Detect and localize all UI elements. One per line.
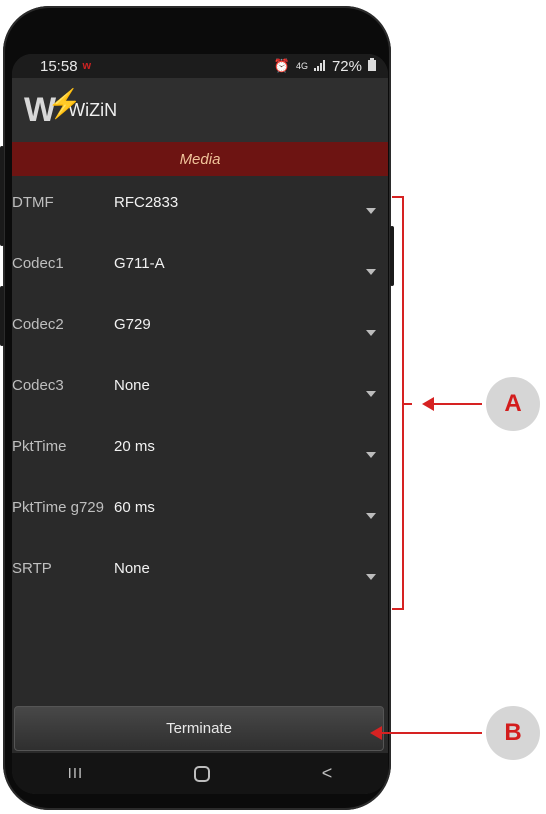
annotation-arrow-a-line — [430, 403, 482, 405]
terminate-button[interactable]: Terminate — [14, 706, 384, 751]
setting-value: G729 — [114, 316, 151, 333]
phone-frame: 15:58 w ⏰ 4G 72% W ⚡ WiZiN Media DTMF RF… — [0, 6, 394, 810]
setting-value: 60 ms — [114, 499, 155, 516]
battery-percent: 72% — [331, 57, 362, 75]
media-section-header: Media — [12, 142, 388, 176]
annotation-callout-b: B — [486, 706, 540, 760]
setting-row-pkttime[interactable]: PktTime 20 ms — [12, 420, 388, 481]
setting-value: RFC2833 — [114, 194, 179, 211]
dropdown-arrow-icon[interactable] — [366, 269, 376, 275]
dropdown-arrow-icon[interactable] — [366, 513, 376, 519]
wizin-logo-icon: W ⚡ — [24, 87, 82, 129]
home-icon[interactable] — [194, 765, 211, 782]
setting-value: 20 ms — [114, 438, 155, 455]
setting-label: Codec3 — [12, 377, 64, 394]
setting-label: PktTime g729 — [12, 499, 104, 516]
setting-label: DTMF — [12, 194, 54, 211]
setting-row-pkttime-g729[interactable]: PktTime g729 60 ms — [12, 481, 388, 542]
recents-icon[interactable]: III — [68, 765, 84, 782]
setting-value: None — [114, 560, 150, 577]
setting-label: Codec1 — [12, 255, 64, 272]
app-bar: W ⚡ WiZiN — [12, 78, 388, 142]
setting-label: Codec2 — [12, 316, 64, 333]
dropdown-arrow-icon[interactable] — [366, 208, 376, 214]
dropdown-arrow-icon[interactable] — [366, 574, 376, 580]
android-nav-bar: III < — [12, 753, 388, 794]
setting-row-codec2[interactable]: Codec2 G729 — [12, 298, 388, 359]
annotation-arrow-b-line — [378, 732, 482, 734]
status-bar: 15:58 w ⏰ 4G 72% — [12, 54, 388, 78]
dropdown-arrow-icon[interactable] — [366, 452, 376, 458]
alarm-icon: ⏰ — [273, 58, 290, 73]
dropdown-arrow-icon[interactable] — [366, 330, 376, 336]
setting-row-srtp[interactable]: SRTP None — [12, 542, 388, 603]
annotation-arrow-b-head-icon — [370, 726, 382, 740]
wizin-mini-icon: w — [82, 60, 92, 72]
volume-button — [0, 146, 4, 246]
setting-label: SRTP — [12, 560, 52, 577]
annotation-callout-a: A — [486, 377, 540, 431]
setting-row-dtmf[interactable]: DTMF RFC2833 — [12, 176, 388, 237]
setting-value: G711-A — [114, 255, 165, 272]
dropdown-arrow-icon[interactable] — [366, 391, 376, 397]
phone-screen: 15:58 w ⏰ 4G 72% W ⚡ WiZiN Media DTMF RF… — [12, 54, 388, 794]
annotation-bracket-a — [392, 196, 404, 610]
network-type: 4G — [295, 61, 308, 71]
annotation-arrow-a-head-icon — [422, 397, 434, 411]
bixby-button — [0, 286, 4, 346]
setting-value: None — [114, 377, 150, 394]
status-time: 15:58 — [40, 57, 78, 75]
battery-icon — [368, 58, 376, 74]
signal-icon — [313, 59, 326, 74]
setting-row-codec1[interactable]: Codec1 G711-A — [12, 237, 388, 298]
back-icon[interactable]: < — [322, 763, 333, 784]
setting-row-codec3[interactable]: Codec3 None — [12, 359, 388, 420]
annotation-bracket-tick — [404, 403, 412, 405]
setting-label: PktTime — [12, 438, 67, 455]
media-settings-list: DTMF RFC2833 Codec1 G711-A Codec2 G729 C… — [12, 176, 388, 603]
